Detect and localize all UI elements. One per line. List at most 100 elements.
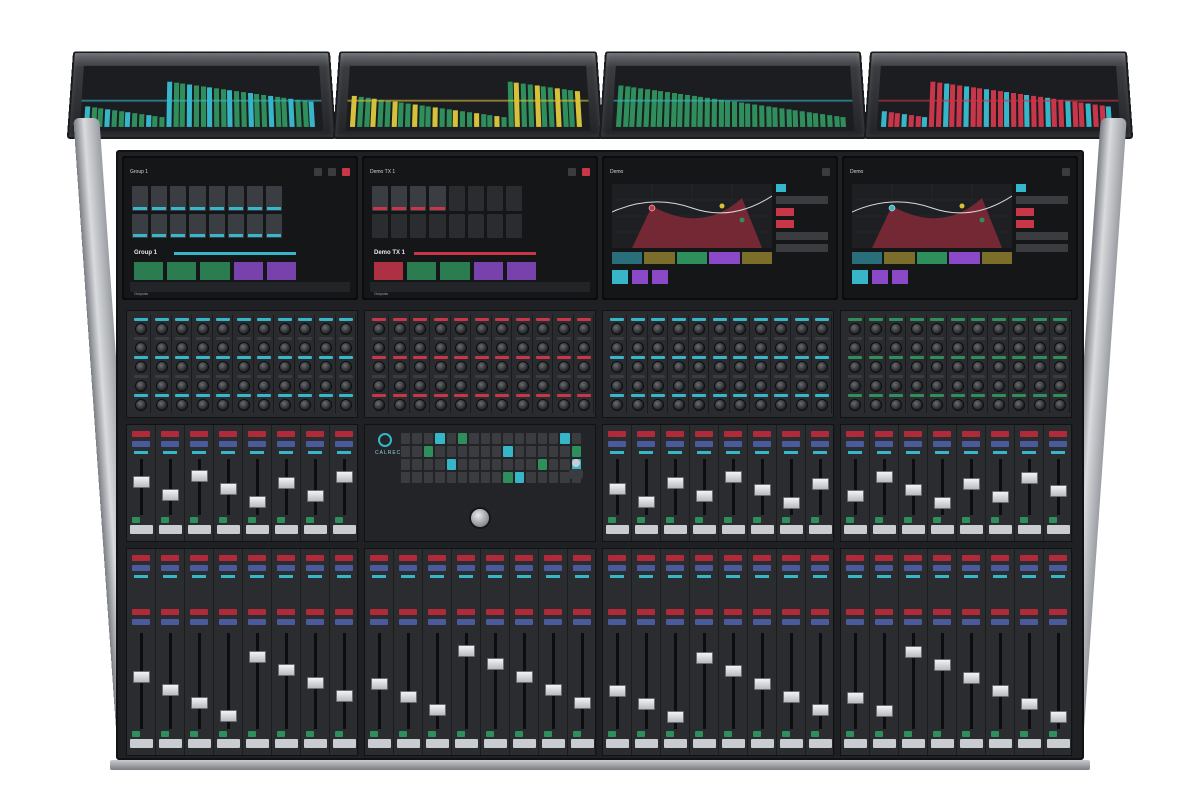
- rotary-knob[interactable]: [135, 399, 147, 411]
- assign-button[interactable]: [190, 565, 208, 571]
- cut-button[interactable]: [846, 517, 854, 523]
- rotary-knob[interactable]: [176, 399, 188, 411]
- rotary-knob[interactable]: [849, 380, 861, 392]
- rotary-knob[interactable]: [1013, 342, 1025, 354]
- pfl-button[interactable]: [399, 619, 417, 625]
- path-tile[interactable]: [151, 186, 168, 211]
- rotary-knob[interactable]: [869, 380, 882, 392]
- assign-button[interactable]: [248, 565, 266, 571]
- fader-knob[interactable]: [133, 476, 150, 488]
- assign-button[interactable]: [219, 441, 237, 447]
- rotary-knob[interactable]: [734, 323, 746, 335]
- select-button[interactable]: [190, 555, 208, 561]
- rotary-knob[interactable]: [1033, 323, 1046, 335]
- eq-graph[interactable]: [611, 184, 773, 248]
- master-key[interactable]: [492, 446, 502, 457]
- fader-knob[interactable]: [278, 664, 295, 676]
- mute-button[interactable]: [428, 609, 446, 615]
- rotary-knob[interactable]: [258, 323, 270, 335]
- master-key[interactable]: [480, 433, 490, 444]
- cut-button[interactable]: [248, 731, 256, 737]
- master-key[interactable]: [548, 459, 559, 470]
- select-button[interactable]: [962, 555, 980, 561]
- assign-button[interactable]: [370, 565, 388, 571]
- rotary-knob[interactable]: [475, 399, 488, 411]
- rotary-knob[interactable]: [258, 399, 270, 411]
- pfl-button[interactable]: [248, 619, 266, 625]
- fader-knob[interactable]: [934, 497, 951, 509]
- fader-knob[interactable]: [812, 478, 829, 490]
- mute-button[interactable]: [161, 609, 179, 615]
- mute-button[interactable]: [608, 609, 626, 615]
- rotary-knob[interactable]: [237, 399, 250, 411]
- rotary-knob[interactable]: [1013, 323, 1025, 335]
- rotary-knob[interactable]: [1033, 380, 1046, 392]
- select-button[interactable]: [544, 555, 562, 561]
- assign-button[interactable]: [875, 565, 893, 571]
- pfl-button[interactable]: [544, 619, 562, 625]
- master-key[interactable]: [571, 433, 581, 444]
- rotary-knob[interactable]: [516, 380, 529, 392]
- rotary-knob[interactable]: [258, 380, 270, 392]
- select-button[interactable]: [875, 555, 893, 561]
- rotary-knob[interactable]: [537, 361, 549, 373]
- rotary-knob[interactable]: [693, 342, 705, 354]
- rotary-knob[interactable]: [931, 361, 943, 373]
- master-key[interactable]: [469, 433, 479, 444]
- path-tile[interactable]: [486, 213, 503, 238]
- cut-button[interactable]: [306, 731, 314, 737]
- rotary-knob[interactable]: [135, 342, 147, 354]
- assign-button[interactable]: [399, 565, 417, 571]
- select-button[interactable]: [161, 431, 179, 437]
- joystick-icon[interactable]: [569, 459, 583, 481]
- assign-button[interactable]: [161, 441, 179, 447]
- rotary-knob[interactable]: [217, 399, 229, 411]
- cut-button[interactable]: [666, 517, 674, 523]
- mute-button[interactable]: [544, 609, 562, 615]
- rotary-knob[interactable]: [393, 323, 406, 335]
- select-button[interactable]: [573, 555, 591, 561]
- master-key[interactable]: [537, 446, 547, 457]
- rotary-knob[interactable]: [951, 380, 964, 392]
- screen-header-button[interactable]: [822, 168, 830, 176]
- rotary-knob[interactable]: [414, 399, 426, 411]
- assign-button[interactable]: [637, 565, 655, 571]
- master-key[interactable]: [503, 446, 513, 457]
- rotary-knob[interactable]: [557, 380, 570, 392]
- path-tile[interactable]: [448, 213, 465, 238]
- rotary-knob[interactable]: [713, 342, 726, 354]
- rotary-knob[interactable]: [931, 323, 943, 335]
- select-button[interactable]: [991, 431, 1009, 437]
- rotary-knob[interactable]: [849, 399, 861, 411]
- fader-knob[interactable]: [667, 711, 684, 723]
- select-button[interactable]: [219, 555, 237, 561]
- select-button[interactable]: [335, 431, 353, 437]
- assign-button[interactable]: [904, 565, 922, 571]
- rotary-knob[interactable]: [455, 380, 467, 392]
- path-tile[interactable]: [227, 213, 244, 238]
- rotary-knob[interactable]: [217, 342, 229, 354]
- cut-button[interactable]: [962, 517, 970, 523]
- master-key[interactable]: [480, 446, 490, 457]
- master-key[interactable]: [526, 446, 536, 457]
- rotary-knob[interactable]: [373, 361, 385, 373]
- path-tile[interactable]: [467, 186, 484, 211]
- rotary-knob[interactable]: [734, 342, 746, 354]
- rotary-knob[interactable]: [1033, 361, 1046, 373]
- mute-button[interactable]: [486, 609, 504, 615]
- rotary-knob[interactable]: [155, 380, 168, 392]
- mute-button[interactable]: [190, 609, 208, 615]
- rotary-knob[interactable]: [196, 399, 209, 411]
- rotary-knob[interactable]: [516, 323, 529, 335]
- assign-button[interactable]: [428, 565, 446, 571]
- select-button[interactable]: [132, 555, 150, 561]
- master-key[interactable]: [526, 472, 536, 483]
- pfl-button[interactable]: [190, 619, 208, 625]
- pfl-button[interactable]: [573, 619, 591, 625]
- rotary-knob[interactable]: [414, 323, 426, 335]
- cut-button[interactable]: [875, 517, 883, 523]
- assign-button[interactable]: [724, 565, 742, 571]
- rotary-knob[interactable]: [537, 380, 549, 392]
- fader-knob[interactable]: [220, 483, 237, 495]
- fader-knob[interactable]: [754, 484, 771, 496]
